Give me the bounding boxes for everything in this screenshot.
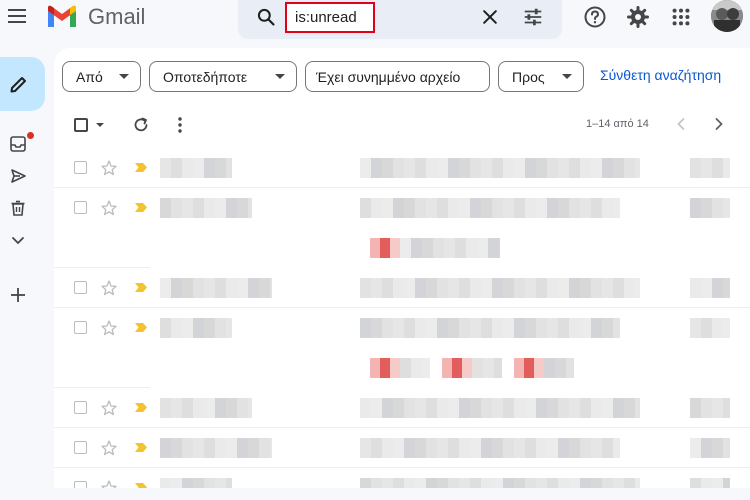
redacted-text <box>690 278 730 298</box>
redacted-text <box>690 438 730 458</box>
redacted-text <box>160 398 252 418</box>
help-icon[interactable] <box>583 5 607 29</box>
search-highlight <box>285 2 375 33</box>
pencil-icon <box>10 77 26 93</box>
redacted-text <box>360 438 620 458</box>
refresh-icon[interactable] <box>132 116 150 134</box>
more-vert-icon[interactable] <box>177 116 183 134</box>
redacted-text <box>472 358 502 378</box>
chevron-down-icon <box>275 74 285 79</box>
filter-chip-label: Από <box>76 68 103 85</box>
app-title: Gmail <box>88 4 146 29</box>
chevron-down-icon[interactable] <box>9 231 27 249</box>
important-marker-icon[interactable] <box>134 402 148 413</box>
trash-icon[interactable] <box>9 199 27 217</box>
redacted-text <box>690 158 730 178</box>
row-checkbox[interactable] <box>74 161 87 174</box>
select-menu-caret[interactable] <box>96 123 104 127</box>
pagination-info: 1–14 από 14 <box>586 118 649 130</box>
redacted-text <box>690 318 730 338</box>
redacted-text <box>160 198 252 218</box>
select-all-checkbox[interactable] <box>74 118 88 132</box>
redacted-text <box>690 478 730 488</box>
row-checkbox[interactable] <box>74 201 87 214</box>
star-icon[interactable] <box>100 399 118 417</box>
filter-chip-anytime[interactable]: Οποτεδήποτε <box>149 61 297 92</box>
redacted-text <box>360 318 620 338</box>
advanced-search-link[interactable]: Σύνθετη αναζήτηση <box>600 67 721 83</box>
email-row[interactable] <box>54 148 750 188</box>
row-checkbox[interactable] <box>74 401 87 414</box>
inbox-icon[interactable] <box>9 135 27 153</box>
avatar[interactable] <box>711 0 743 32</box>
email-row[interactable] <box>54 428 750 468</box>
chevron-right-icon[interactable] <box>712 116 726 132</box>
redacted-text <box>160 278 272 298</box>
row-checkbox[interactable] <box>74 481 87 488</box>
important-marker-icon[interactable] <box>134 442 148 453</box>
redacted-text <box>160 438 272 458</box>
top-bar: Gmail <box>0 0 750 48</box>
compose-button[interactable] <box>0 57 45 111</box>
filter-chip-label: Προς <box>512 68 545 85</box>
redacted-text <box>690 198 730 218</box>
star-icon[interactable] <box>100 199 118 217</box>
star-icon[interactable] <box>100 479 118 488</box>
mail-list-panel: Από Οποτεδήποτε Έχει συνημμένο αρχείο Πρ… <box>54 48 750 488</box>
star-icon[interactable] <box>100 319 118 337</box>
attachment-chip[interactable] <box>442 358 472 378</box>
filter-chip-to[interactable]: Προς <box>498 61 584 92</box>
important-marker-icon[interactable] <box>134 482 148 488</box>
important-marker-icon[interactable] <box>134 202 148 213</box>
email-row[interactable] <box>54 308 750 388</box>
star-icon[interactable] <box>100 439 118 457</box>
filter-chip-label: Έχει συνημμένο αρχείο <box>316 68 461 85</box>
email-row[interactable] <box>54 468 750 488</box>
redacted-text <box>160 158 232 178</box>
apps-icon[interactable] <box>670 6 692 28</box>
redacted-text <box>360 198 620 218</box>
send-icon[interactable] <box>9 167 27 185</box>
redacted-text <box>360 478 640 488</box>
close-icon[interactable] <box>480 7 500 27</box>
menu-icon[interactable] <box>8 5 30 27</box>
star-icon[interactable] <box>100 279 118 297</box>
search-icon[interactable] <box>256 7 276 27</box>
redacted-text <box>690 398 730 418</box>
unread-badge <box>27 132 34 139</box>
filter-chip-has-attachment[interactable]: Έχει συνημμένο αρχείο <box>305 61 490 92</box>
redacted-text <box>160 478 232 488</box>
row-checkbox[interactable] <box>74 441 87 454</box>
plus-icon[interactable] <box>9 286 27 304</box>
filter-chip-label: Οποτεδήποτε <box>163 68 248 85</box>
redacted-text <box>360 398 640 418</box>
redacted-text <box>360 158 640 178</box>
redacted-text <box>400 238 500 258</box>
tune-icon[interactable] <box>522 6 544 28</box>
important-marker-icon[interactable] <box>134 282 148 293</box>
chevron-left-icon[interactable] <box>674 116 688 132</box>
attachment-chip[interactable] <box>370 238 400 258</box>
row-checkbox[interactable] <box>74 321 87 334</box>
star-icon[interactable] <box>100 159 118 177</box>
redacted-text <box>160 318 232 338</box>
filter-chip-from[interactable]: Από <box>62 61 141 92</box>
search-bar <box>238 0 562 39</box>
email-row[interactable] <box>54 188 750 268</box>
search-input[interactable] <box>287 4 373 31</box>
important-marker-icon[interactable] <box>134 162 148 173</box>
redacted-text <box>400 358 430 378</box>
redacted-text <box>360 278 640 298</box>
important-marker-icon[interactable] <box>134 322 148 333</box>
gmail-logo[interactable] <box>46 5 78 29</box>
gear-icon[interactable] <box>626 5 650 29</box>
attachment-chip[interactable] <box>370 358 400 378</box>
chevron-down-icon <box>119 74 129 79</box>
email-row[interactable] <box>54 268 750 308</box>
chevron-down-icon <box>562 74 572 79</box>
email-row[interactable] <box>54 388 750 428</box>
row-checkbox[interactable] <box>74 281 87 294</box>
attachment-chip[interactable] <box>514 358 544 378</box>
redacted-text <box>544 358 574 378</box>
